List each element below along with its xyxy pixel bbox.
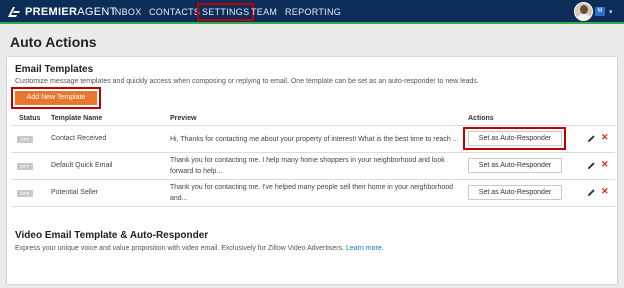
table-row: OFF Contact Received Hi, Thanks for cont… [7, 126, 619, 152]
add-new-template-button[interactable]: Add New Template [15, 91, 97, 105]
column-header-template-name: Template Name [51, 115, 103, 122]
video-section-description: Express your unique voice and value prop… [15, 245, 384, 252]
nav-inbox[interactable]: INBOX [112, 5, 142, 20]
premier-agent-logo-icon [8, 7, 20, 17]
email-templates-description: Customize message templates and quickly … [15, 78, 479, 85]
column-header-preview: Preview [170, 115, 197, 122]
delete-x-icon[interactable]: ✕ [601, 132, 609, 143]
chevron-down-icon[interactable]: ▾ [609, 8, 613, 16]
edit-pencil-icon[interactable] [587, 188, 596, 197]
status-toggle[interactable]: OFF [17, 163, 33, 170]
delete-x-icon[interactable]: ✕ [601, 159, 609, 170]
edit-pencil-icon[interactable] [587, 161, 596, 170]
template-name[interactable]: Contact Received [51, 135, 106, 142]
delete-x-icon[interactable]: ✕ [601, 186, 609, 197]
table-row: OFF Default Quick Email Thank you for co… [7, 153, 619, 179]
email-templates-title: Email Templates [15, 64, 94, 75]
column-header-status: Status [19, 115, 41, 122]
add-template-highlight: Add New Template [11, 87, 101, 109]
notification-badge[interactable]: M [595, 7, 605, 16]
divider [11, 206, 615, 207]
user-avatar[interactable] [574, 2, 593, 21]
nav-reporting[interactable]: REPORTING [285, 5, 341, 20]
edit-pencil-icon[interactable] [587, 134, 596, 143]
brand-name: PREMIERAGENT [25, 6, 117, 18]
set-auto-responder-button[interactable]: Set as Auto-Responder [468, 185, 562, 200]
table-row: OFF Potential Seller Thank you for conta… [7, 180, 619, 206]
set-auto-responder-button[interactable]: Set as Auto-Responder [468, 131, 562, 146]
template-preview: Hi, Thanks for contacting me about your … [170, 136, 459, 143]
page-title: Auto Actions [10, 34, 97, 50]
video-section-title: Video Email Template & Auto-Responder [15, 230, 209, 241]
template-preview: Thank you for contacting me. I've helped… [170, 184, 454, 202]
set-auto-responder-button[interactable]: Set as Auto-Responder [468, 158, 562, 173]
nav-team[interactable]: TEAM [251, 5, 277, 20]
auto-actions-card: Email Templates Customize message templa… [6, 56, 618, 285]
status-toggle[interactable]: OFF [17, 136, 33, 143]
template-preview: Thank you for contacting me. I help many… [170, 157, 445, 175]
nav-contacts[interactable]: CONTACTS [149, 5, 200, 20]
top-navigation-bar: PREMIERAGENT INBOX CONTACTS SETTINGS TEA… [0, 0, 624, 24]
template-name[interactable]: Default Quick Email [51, 162, 112, 169]
learn-more-link[interactable]: Learn more. [346, 245, 384, 252]
brand-logo[interactable]: PREMIERAGENT [6, 3, 117, 21]
column-header-actions: Actions [468, 115, 494, 122]
template-name[interactable]: Potential Seller [51, 189, 98, 196]
nav-settings[interactable]: SETTINGS [197, 3, 255, 21]
status-toggle[interactable]: OFF [17, 190, 33, 197]
